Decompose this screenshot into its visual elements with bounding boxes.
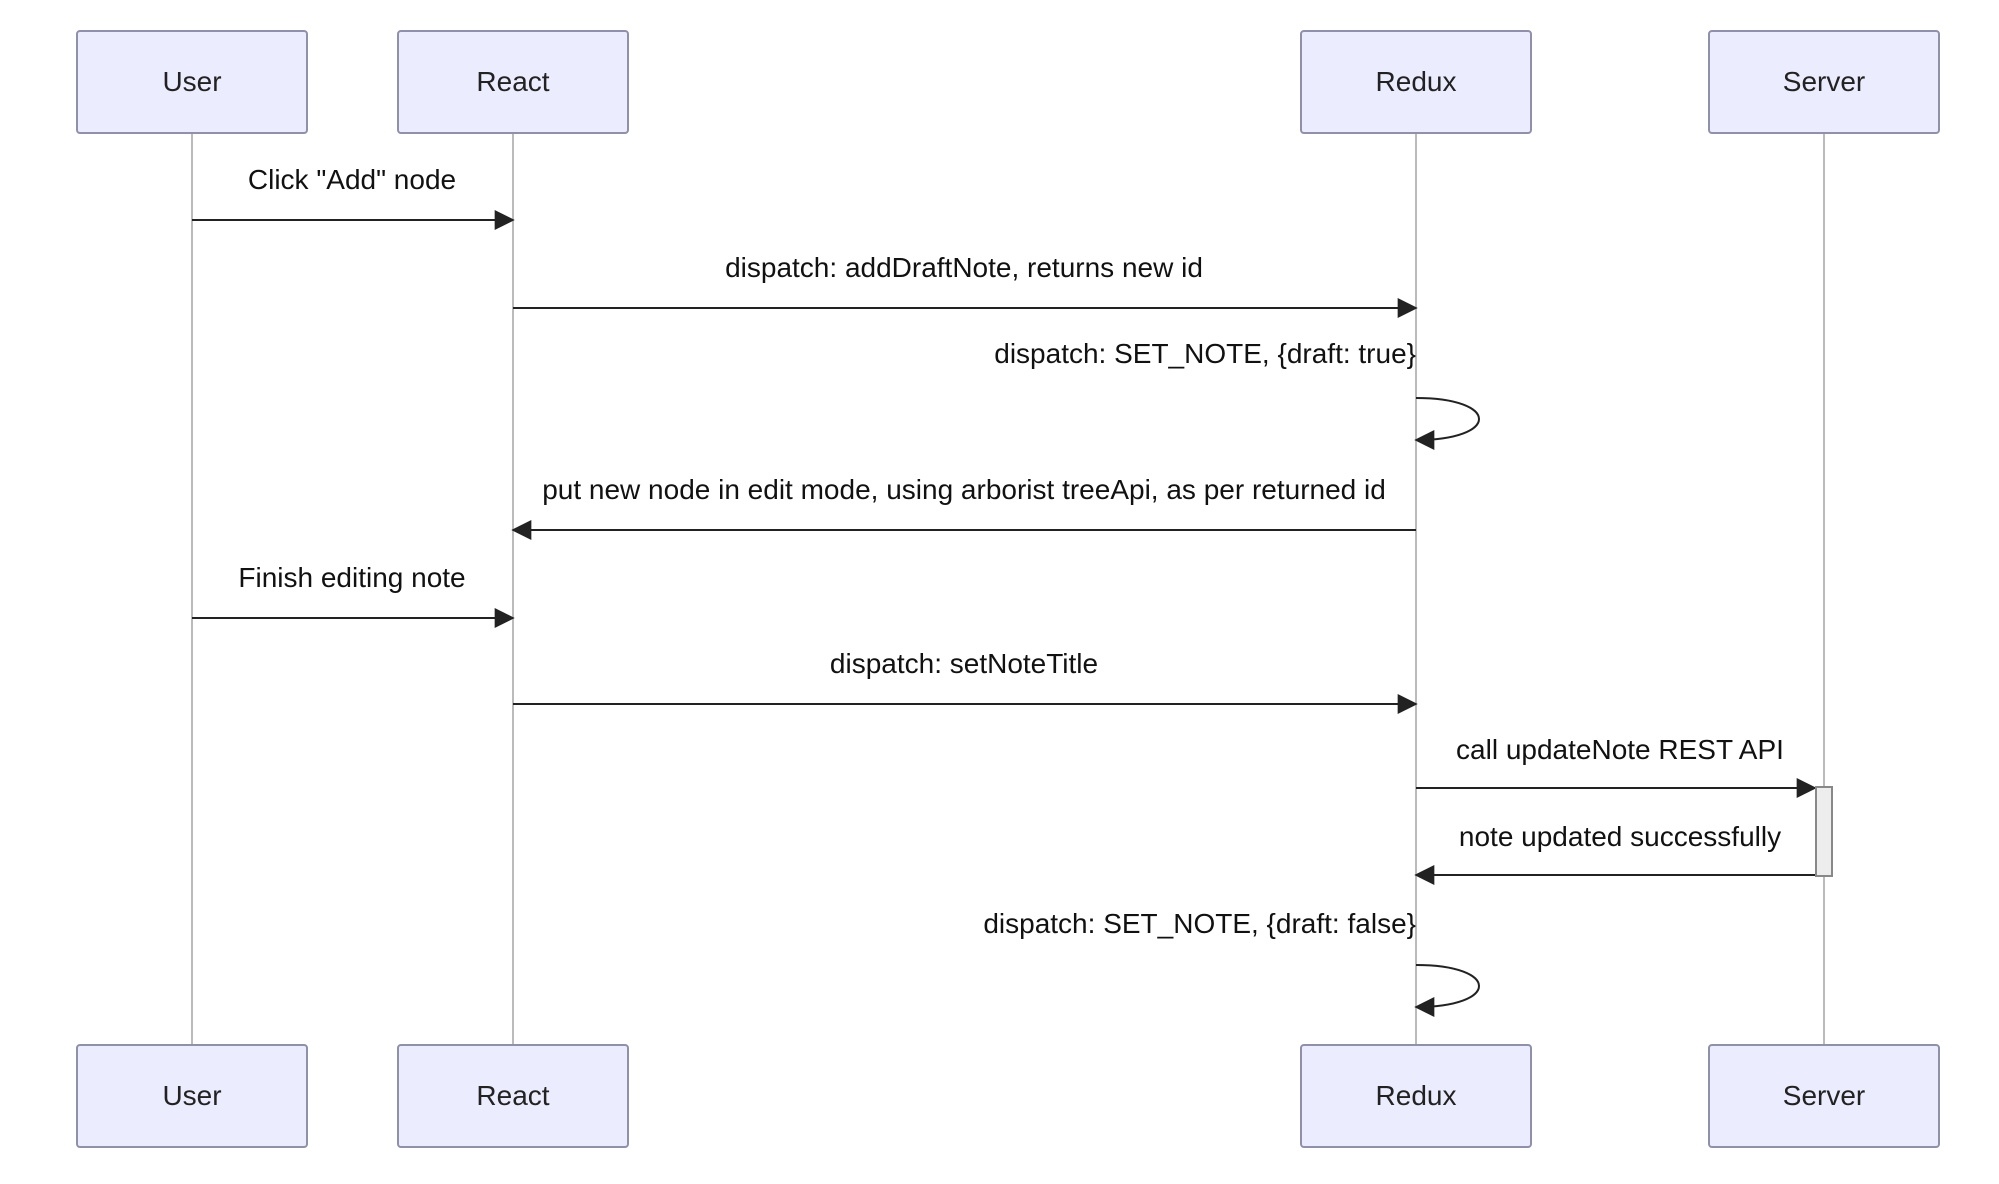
label-m6: dispatch: setNoteTitle: [830, 648, 1098, 680]
participant-redux-bottom: Redux: [1300, 1044, 1532, 1148]
label-m7: call updateNote REST API: [1456, 734, 1784, 766]
participant-label: User: [162, 1080, 221, 1112]
participant-react-top: React: [397, 30, 629, 134]
participant-user-bottom: User: [76, 1044, 308, 1148]
participant-server-bottom: Server: [1708, 1044, 1940, 1148]
participant-user-top: User: [76, 30, 308, 134]
label-m4: put new node in edit mode, using arboris…: [542, 474, 1386, 506]
participant-label: Server: [1783, 66, 1865, 98]
label-m8: note updated successfully: [1459, 821, 1781, 853]
participant-redux-top: Redux: [1300, 30, 1532, 134]
label-m3: dispatch: SET_NOTE, {draft: true}: [994, 338, 1416, 370]
arrow-m3-self: [1416, 398, 1479, 440]
label-m2: dispatch: addDraftNote, returns new id: [725, 252, 1203, 284]
participant-label: Redux: [1376, 1080, 1457, 1112]
label-m1: Click "Add" node: [248, 164, 456, 196]
arrow-m9-self: [1416, 965, 1479, 1007]
participant-label: React: [476, 1080, 549, 1112]
label-m5: Finish editing note: [238, 562, 465, 594]
activation-server: [1815, 786, 1833, 877]
participant-label: User: [162, 66, 221, 98]
label-m9: dispatch: SET_NOTE, {draft: false}: [983, 908, 1416, 940]
sequence-diagram: User React Redux Server User React Redux…: [0, 0, 1999, 1184]
participant-react-bottom: React: [397, 1044, 629, 1148]
participant-label: Redux: [1376, 66, 1457, 98]
participant-label: React: [476, 66, 549, 98]
participant-server-top: Server: [1708, 30, 1940, 134]
participant-label: Server: [1783, 1080, 1865, 1112]
